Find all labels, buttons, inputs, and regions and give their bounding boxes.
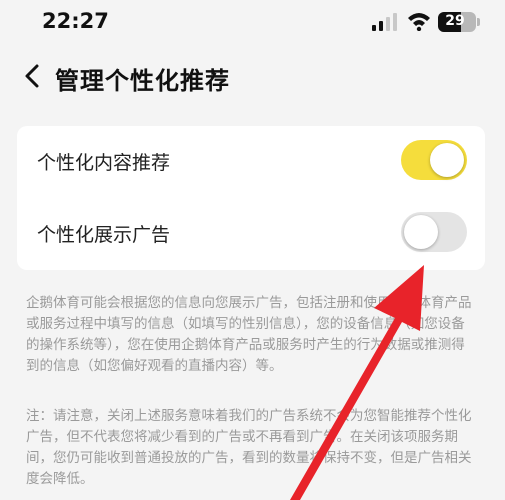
status-time: 22:27 bbox=[42, 9, 109, 33]
battery-cap bbox=[477, 18, 480, 26]
status-bar: 22:27 29 bbox=[0, 0, 505, 48]
warning-note: 注：请注意，关闭上述服务意味着我们的广告系统不会为您智能推荐个性化广告，但不代表… bbox=[26, 408, 472, 487]
setting-row-content-recommend: 个性化内容推荐 bbox=[17, 126, 485, 198]
wifi-icon bbox=[408, 13, 430, 31]
chevron-left-icon[interactable] bbox=[20, 62, 46, 90]
toggle-knob bbox=[404, 215, 438, 249]
battery-icon: 29 bbox=[438, 12, 476, 32]
page-title: 管理个性化推荐 bbox=[55, 67, 230, 95]
signal-icon bbox=[372, 13, 402, 31]
ad-display-toggle[interactable] bbox=[401, 212, 467, 252]
settings-card: 个性化内容推荐 个性化展示广告 bbox=[17, 126, 485, 270]
battery-level-text: 29 bbox=[445, 13, 465, 29]
setting-label: 个性化内容推荐 bbox=[37, 152, 171, 174]
toggle-knob bbox=[430, 143, 464, 177]
setting-label: 个性化展示广告 bbox=[37, 224, 171, 246]
info-note: 企鹅体育可能会根据您的信息向您展示广告，包括注册和使用企鹅体育产品或服务过程中填… bbox=[26, 295, 472, 374]
page-header: 管理个性化推荐 bbox=[0, 48, 505, 108]
content-recommend-toggle[interactable] bbox=[401, 140, 467, 180]
setting-row-ad-display: 个性化展示广告 bbox=[17, 198, 485, 270]
